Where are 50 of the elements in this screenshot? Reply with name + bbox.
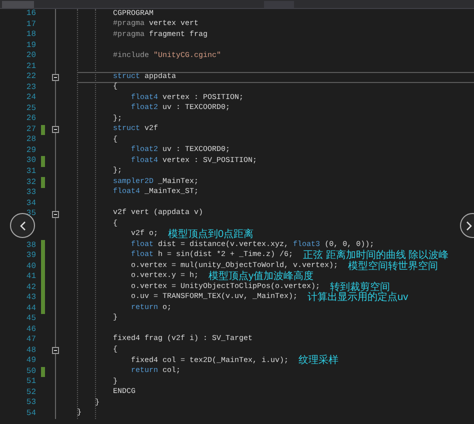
line-number: 29 xyxy=(26,146,36,155)
code-annotation: 模型顶点到0点距离 xyxy=(168,230,254,240)
line-number: 52 xyxy=(26,388,36,397)
line-number: 26 xyxy=(26,115,36,124)
line-number: 34 xyxy=(26,200,36,208)
line-number: 43 xyxy=(26,294,36,302)
collapse-icon[interactable] xyxy=(52,74,59,81)
line-number: 48 xyxy=(26,346,36,355)
line-number: 32 xyxy=(26,178,36,186)
line-number: 51 xyxy=(26,378,36,386)
line-number: 45 xyxy=(26,315,36,324)
line-number: 50 xyxy=(26,368,36,376)
line-number: 46 xyxy=(26,326,36,334)
code-annotation: 计算出显示用的定点uv xyxy=(308,293,408,304)
line-number: 39 xyxy=(26,252,36,260)
line-number: 35 xyxy=(26,210,36,218)
line-number: 17 xyxy=(26,20,36,29)
line-number: 38 xyxy=(26,242,36,250)
line-number: 23 xyxy=(26,84,36,92)
collapse-icon[interactable] xyxy=(52,126,59,134)
code-annotation: 转到裁剪空间 xyxy=(330,282,390,293)
code-annotation: 纹理采样 xyxy=(298,356,339,366)
line-number: 40 xyxy=(26,262,36,271)
line-number: 53 xyxy=(26,399,36,408)
line-number: 30 xyxy=(26,157,36,166)
line-number: 21 xyxy=(26,62,36,71)
line-number: 25 xyxy=(26,104,36,113)
line-number: 49 xyxy=(26,357,36,366)
chevron-right-icon xyxy=(465,220,473,230)
line-number: 41 xyxy=(26,273,36,282)
line-number: 22 xyxy=(26,73,36,82)
line-number: 16 xyxy=(26,10,36,18)
code-annotation: 正弦 距离加时间的曲线 除以波峰 xyxy=(303,251,449,262)
line-number: 27 xyxy=(26,126,36,134)
line-number: 19 xyxy=(26,42,36,50)
line-number: 33 xyxy=(26,189,36,198)
line-number: 20 xyxy=(26,52,36,60)
line-number: 24 xyxy=(26,94,36,102)
line-number: 28 xyxy=(26,136,36,144)
line-number: 18 xyxy=(26,31,36,40)
line-number: 31 xyxy=(26,168,36,176)
line-number: 44 xyxy=(26,304,36,313)
line-number: 47 xyxy=(26,336,36,344)
collapse-icon[interactable] xyxy=(52,210,59,218)
collapse-icon[interactable] xyxy=(52,347,59,354)
line-number: 54 xyxy=(26,410,36,418)
code-annotation: 模型顶点y值加波峰高度 xyxy=(208,272,314,282)
line-number: 42 xyxy=(26,284,36,292)
code-annotation: 模型空间转世界空间 xyxy=(348,262,438,272)
chevron-left-icon xyxy=(18,220,26,230)
